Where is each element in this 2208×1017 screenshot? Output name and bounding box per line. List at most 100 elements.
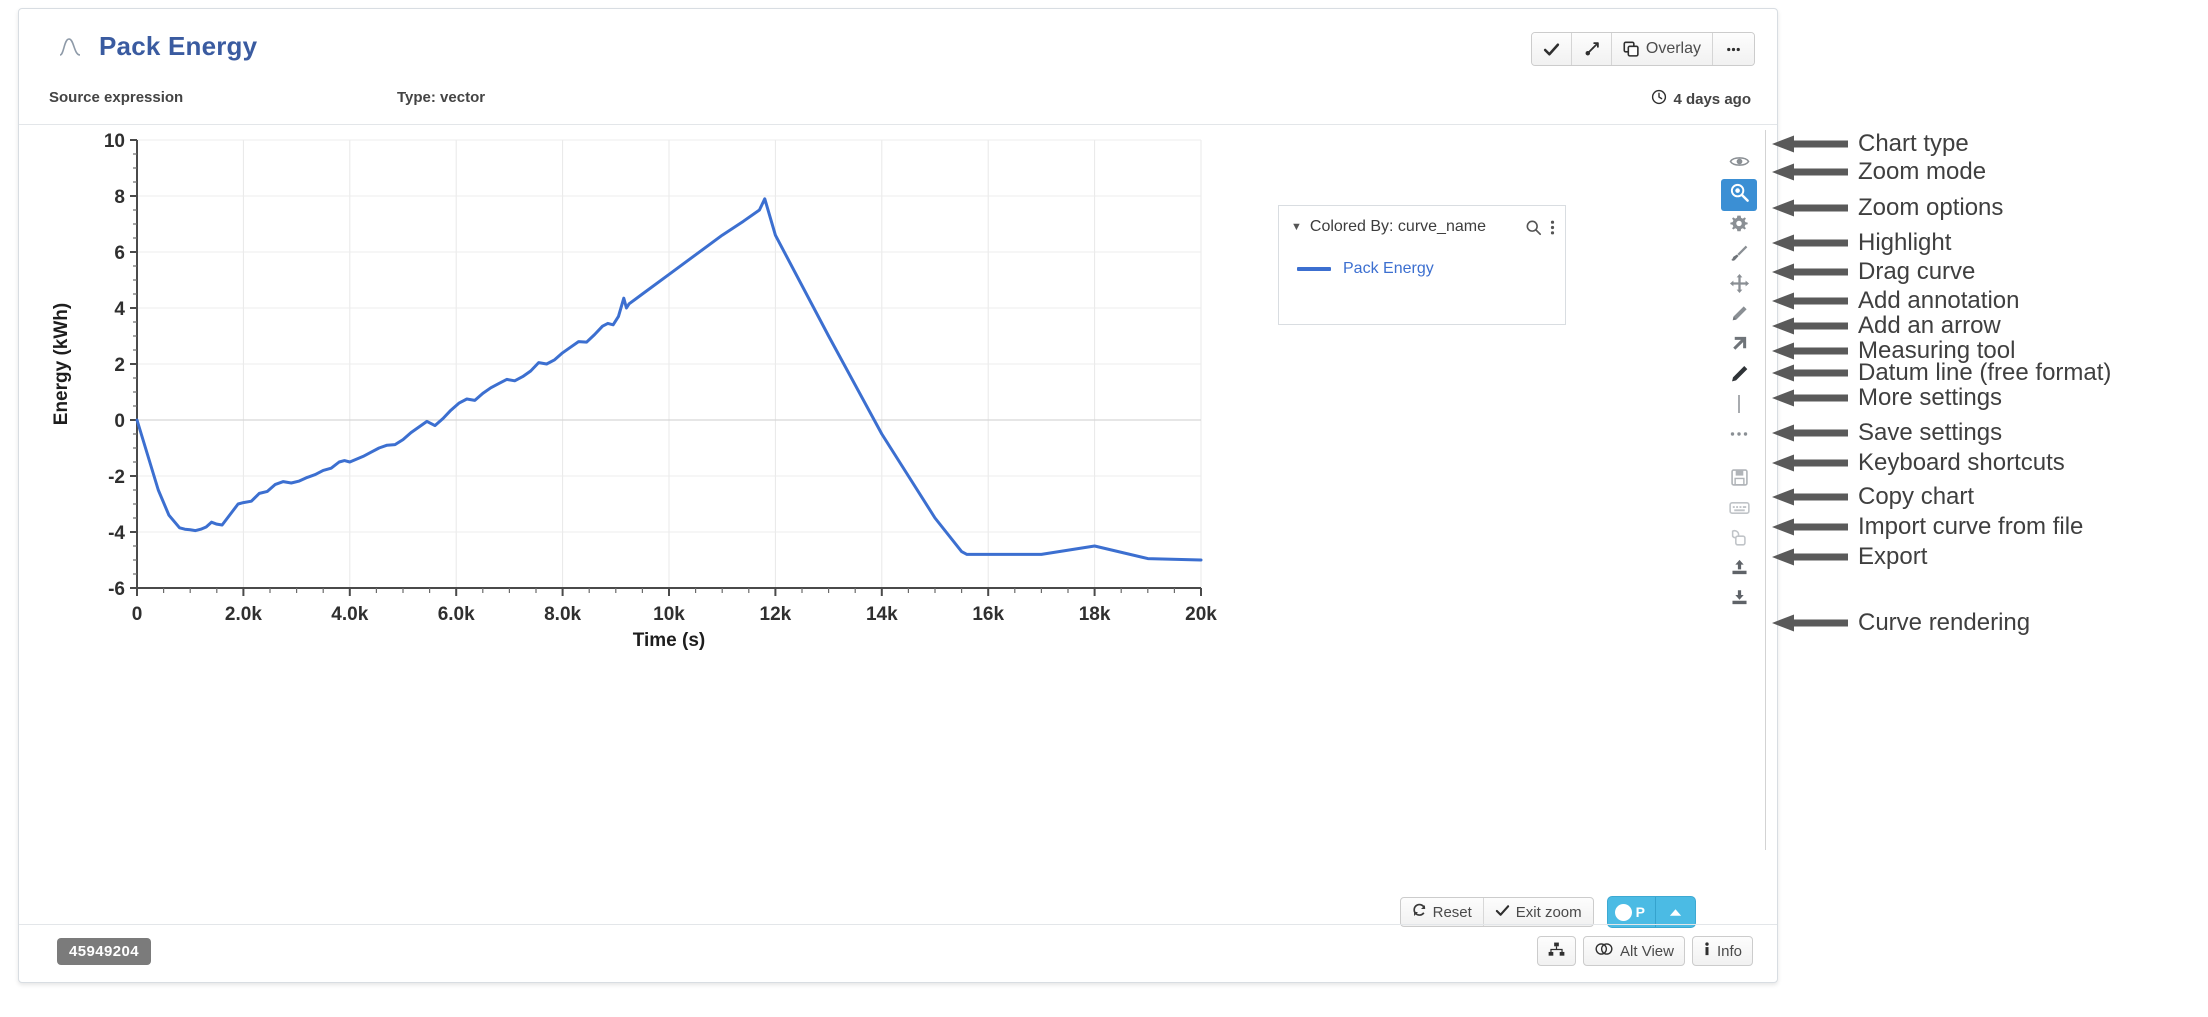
tree-view-button[interactable] (1537, 936, 1577, 966)
arrow-left-icon (1772, 362, 1848, 384)
expand-button[interactable] (1571, 33, 1612, 65)
exit-zoom-button[interactable]: Exit zoom (1484, 898, 1593, 926)
chevron-up-icon (1669, 908, 1682, 916)
svg-text:8: 8 (114, 187, 125, 208)
more-settings-button[interactable] (1721, 421, 1757, 451)
annotation-label: Add annotation (1858, 287, 2020, 314)
arrow-left-icon (1772, 546, 1848, 568)
datum-line-button[interactable] (1721, 391, 1757, 421)
move-icon (1729, 273, 1750, 299)
title-wrap: Pack Energy (57, 31, 257, 62)
highlight-button[interactable] (1721, 241, 1757, 271)
arrow-left-icon (1772, 290, 1848, 312)
save-settings-button[interactable] (1721, 465, 1757, 495)
reset-button[interactable]: Reset (1401, 898, 1484, 926)
annotation-callout: Keyboard shortcuts (1772, 449, 2065, 477)
curve-rendering-toggle[interactable]: P (1607, 897, 1695, 927)
annotation-label: Zoom mode (1858, 158, 1987, 185)
annotation-label: Drag curve (1858, 258, 1976, 285)
info-icon (1703, 941, 1711, 961)
add-arrow-button[interactable] (1721, 331, 1757, 361)
header-button-group: Overlay (1530, 32, 1755, 66)
kebab-menu-icon[interactable] (1550, 219, 1555, 236)
svg-text:Energy (kWh): Energy (kWh) (51, 303, 72, 425)
svg-text:2.0k: 2.0k (225, 604, 262, 625)
annotation-label: Export (1858, 543, 1928, 570)
arrow-up-right-icon (1730, 334, 1749, 358)
annotation-label: Datum line (free format) (1858, 359, 2112, 386)
exit-zoom-label: Exit zoom (1515, 903, 1582, 921)
chart-controls: Reset Exit zoom P (1399, 897, 1695, 927)
keyboard-shortcuts-button[interactable] (1721, 495, 1757, 525)
legend-item[interactable]: Pack Energy (1279, 248, 1565, 278)
arrow-left-icon (1772, 197, 1848, 219)
check-icon (1495, 903, 1510, 922)
annotation-callout: Copy chart (1772, 483, 1974, 511)
annotation-callout: Export (1772, 543, 1927, 571)
zoom-mode-button[interactable] (1721, 179, 1757, 211)
info-button[interactable]: Info (1691, 936, 1753, 966)
annotation-label: Import curve from file (1858, 513, 2084, 540)
arrow-left-icon (1772, 422, 1848, 444)
annotation-label: More settings (1858, 384, 2003, 411)
more-button[interactable] (1713, 33, 1754, 65)
curve-rendering-caret[interactable] (1656, 907, 1695, 918)
zoom-options-button[interactable] (1721, 211, 1757, 241)
annotation-label: Add an arrow (1858, 312, 2001, 339)
refresh-icon (1412, 903, 1427, 922)
arrow-left-icon (1772, 516, 1848, 538)
chevron-down-icon[interactable]: ▼ (1291, 221, 1302, 233)
search-icon[interactable] (1525, 219, 1542, 236)
chart-tool-rail (1717, 149, 1761, 615)
keyboard-icon (1728, 500, 1750, 521)
curve-icon (57, 34, 83, 60)
legend-swatch (1297, 267, 1331, 271)
id-badge: 45949204 (57, 938, 151, 965)
export-button[interactable] (1721, 585, 1757, 615)
legend-item-label: Pack Energy (1343, 260, 1434, 277)
vertical-line-icon (1732, 393, 1746, 420)
svg-text:6: 6 (114, 243, 125, 264)
svg-text:4.0k: 4.0k (331, 604, 368, 625)
svg-text:2: 2 (114, 355, 125, 376)
check-icon (1543, 41, 1560, 58)
arrow-left-icon (1772, 261, 1848, 283)
overlay-button[interactable]: Overlay (1611, 33, 1713, 65)
drag-curve-button[interactable] (1721, 271, 1757, 301)
annotation-label: Copy chart (1858, 483, 1975, 510)
gear-icon (1729, 214, 1749, 239)
svg-text:18k: 18k (1079, 604, 1111, 625)
annotation-divider (1765, 130, 1766, 850)
svg-text:-2: -2 (108, 467, 125, 488)
confirm-button[interactable] (1531, 33, 1572, 65)
clock-icon (1651, 89, 1667, 109)
brush-icon (1729, 243, 1750, 269)
legend-header: ▼ Colored By: curve_name (1279, 206, 1565, 248)
annotation-callout: Drag curve (1772, 258, 1975, 286)
annotation-label: Chart type (1858, 130, 1969, 157)
chart-legend[interactable]: ▼ Colored By: curve_name Pack Energy (1278, 205, 1566, 325)
ellipsis-icon (1724, 41, 1743, 58)
import-curve-button[interactable] (1721, 555, 1757, 585)
arrow-left-icon (1772, 232, 1848, 254)
arrow-left-icon (1772, 161, 1848, 183)
svg-text:-4: -4 (108, 523, 125, 544)
copy-chart-button[interactable] (1721, 525, 1757, 555)
svg-text:4: 4 (114, 299, 125, 320)
annotation-callout: Chart type (1772, 130, 1969, 158)
arrow-left-icon (1772, 315, 1848, 337)
arrow-left-icon (1772, 612, 1848, 634)
svg-text:12k: 12k (760, 604, 792, 625)
arrow-left-icon (1772, 486, 1848, 508)
ruler-icon (1729, 363, 1750, 389)
svg-text:10k: 10k (653, 604, 685, 625)
alt-view-button[interactable]: Alt View (1583, 936, 1685, 966)
alt-view-label: Alt View (1620, 942, 1674, 960)
add-annotation-button[interactable] (1721, 301, 1757, 331)
measuring-tool-button[interactable] (1721, 361, 1757, 391)
curve-rendering-main[interactable]: P (1608, 897, 1656, 927)
svg-text:0: 0 (114, 411, 125, 432)
download-icon (1730, 588, 1749, 612)
arrow-left-icon (1772, 133, 1848, 155)
chart-type-button[interactable] (1721, 149, 1757, 179)
